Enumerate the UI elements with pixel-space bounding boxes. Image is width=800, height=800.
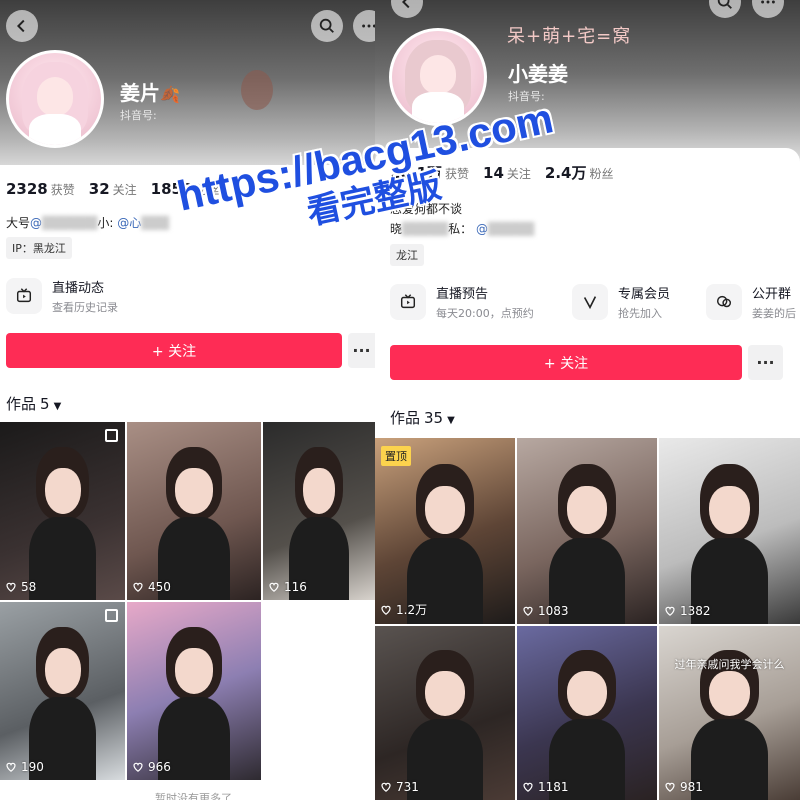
like-count: 966 [132,760,171,774]
membership-entry[interactable]: 专属会员 抢先加入 [572,283,670,321]
search-button[interactable] [311,10,343,42]
heart-icon [133,762,143,772]
like-count: 731 [380,780,419,794]
feature-title: 直播预告 [436,287,489,302]
multi-image-icon [105,429,118,442]
video-tile[interactable]: 450 [127,422,261,600]
nickname: 小姜姜 [508,62,568,86]
like-count: 981 [664,780,703,794]
more-dots-icon [761,0,775,4]
back-button[interactable] [6,10,38,42]
video-tile[interactable]: 190 [0,602,125,780]
v-icon [572,284,608,320]
heart-icon [269,582,279,592]
public-group-entry[interactable]: 公开群 姜姜的后 [706,283,796,321]
tv-icon [390,284,426,320]
profile-panel-left: 姜片🍂 抖音号: 2328 获赞 32 关注 1850 粉丝 大号@██████小: … [0,0,375,800]
balloon-decoration [241,70,273,110]
feature-subtitle: 抢先加入 [618,307,662,320]
video-tile[interactable]: 966 [127,602,261,780]
chat-icon [706,284,742,320]
feature-title: 专属会员 [618,287,671,302]
feature-subtitle: 姜姜的后 [752,307,796,320]
follow-button[interactable]: + 关注 [6,333,342,368]
leaf-emoji: 🍂 [160,85,180,104]
like-count: 116 [268,580,307,594]
heart-icon [6,762,16,772]
works-tab[interactable]: 作品 5 ▼ [6,393,61,414]
tv-icon [6,278,42,314]
heart-icon [381,605,391,615]
nickname: 姜片🍂 [120,81,180,105]
video-tile[interactable]: 731 [375,626,515,800]
feature-subtitle: 每天20:00，点预约 [436,307,534,320]
more-actions-button[interactable]: ··· [748,345,783,380]
caret-down-icon: ▼ [53,401,62,412]
feature-title: 公开群 [752,287,792,302]
screen: 姜片🍂 抖音号: 2328 获赞 32 关注 1850 粉丝 大号@██████小: … [0,0,800,800]
video-tile[interactable]: 1181 [517,626,657,800]
heart-icon [6,582,16,592]
feature-subtitle: 查看历史记录 [52,301,118,314]
like-count: 190 [5,760,44,774]
video-tile[interactable]: 58 [0,422,125,600]
like-count: 1382 [664,604,711,618]
heart-icon [133,582,143,592]
heart-icon [665,782,675,792]
pinned-badge: 置顶 [381,446,411,466]
search-icon [717,0,732,9]
more-actions-button[interactable]: ··· [348,333,375,368]
bio-line: 大号@██████小: @心███ [6,216,169,230]
ip-location-badge: 龙江 [390,244,424,266]
search-icon [319,18,334,33]
heart-icon [665,606,675,616]
ip-location-badge: IP：黑龙江 [6,237,72,259]
like-count: 1181 [522,780,569,794]
live-history-entry[interactable]: 直播动态 查看历史记录 [6,277,118,315]
heart-icon [381,782,391,792]
like-count: 58 [5,580,36,594]
feature-title: 直播动态 [52,281,105,296]
stat-likes[interactable]: 2328 获赞 [6,180,75,198]
like-count: 1.2万 [380,601,427,618]
live-preview-entry[interactable]: 直播预告 每天20:00，点预约 [390,283,534,321]
stat-following[interactable]: 32 关注 [89,180,137,198]
chevron-left-icon [401,0,410,9]
avatar[interactable] [6,50,104,148]
handle-label: 抖音号: [120,109,157,122]
caret-down-icon: ▼ [447,415,455,426]
video-tile[interactable]: 置顶 1.2万 [375,438,515,624]
follow-button[interactable]: + 关注 [390,345,742,380]
video-tile[interactable]: 过年亲戚问我学会计么 981 [659,626,800,800]
heart-icon [523,606,533,616]
video-caption: 过年亲戚问我学会计么 [674,658,785,671]
like-count: 1083 [522,604,569,618]
chevron-left-icon [16,19,25,33]
banner-text: 呆+萌+宅=窝 [507,26,632,47]
bio-line: 晓█████私： @█████ [390,222,535,236]
video-tile[interactable]: 116 [263,422,375,600]
like-count: 450 [132,580,171,594]
end-of-list-note: 暂时没有更多了 [155,792,232,800]
works-tab[interactable]: 作品 35 ▼ [390,407,455,428]
heart-icon [523,782,533,792]
video-tile[interactable]: 1083 [517,438,657,624]
more-dots-icon [362,24,375,28]
multi-image-icon [105,609,118,622]
video-tile[interactable]: 1382 [659,438,800,624]
